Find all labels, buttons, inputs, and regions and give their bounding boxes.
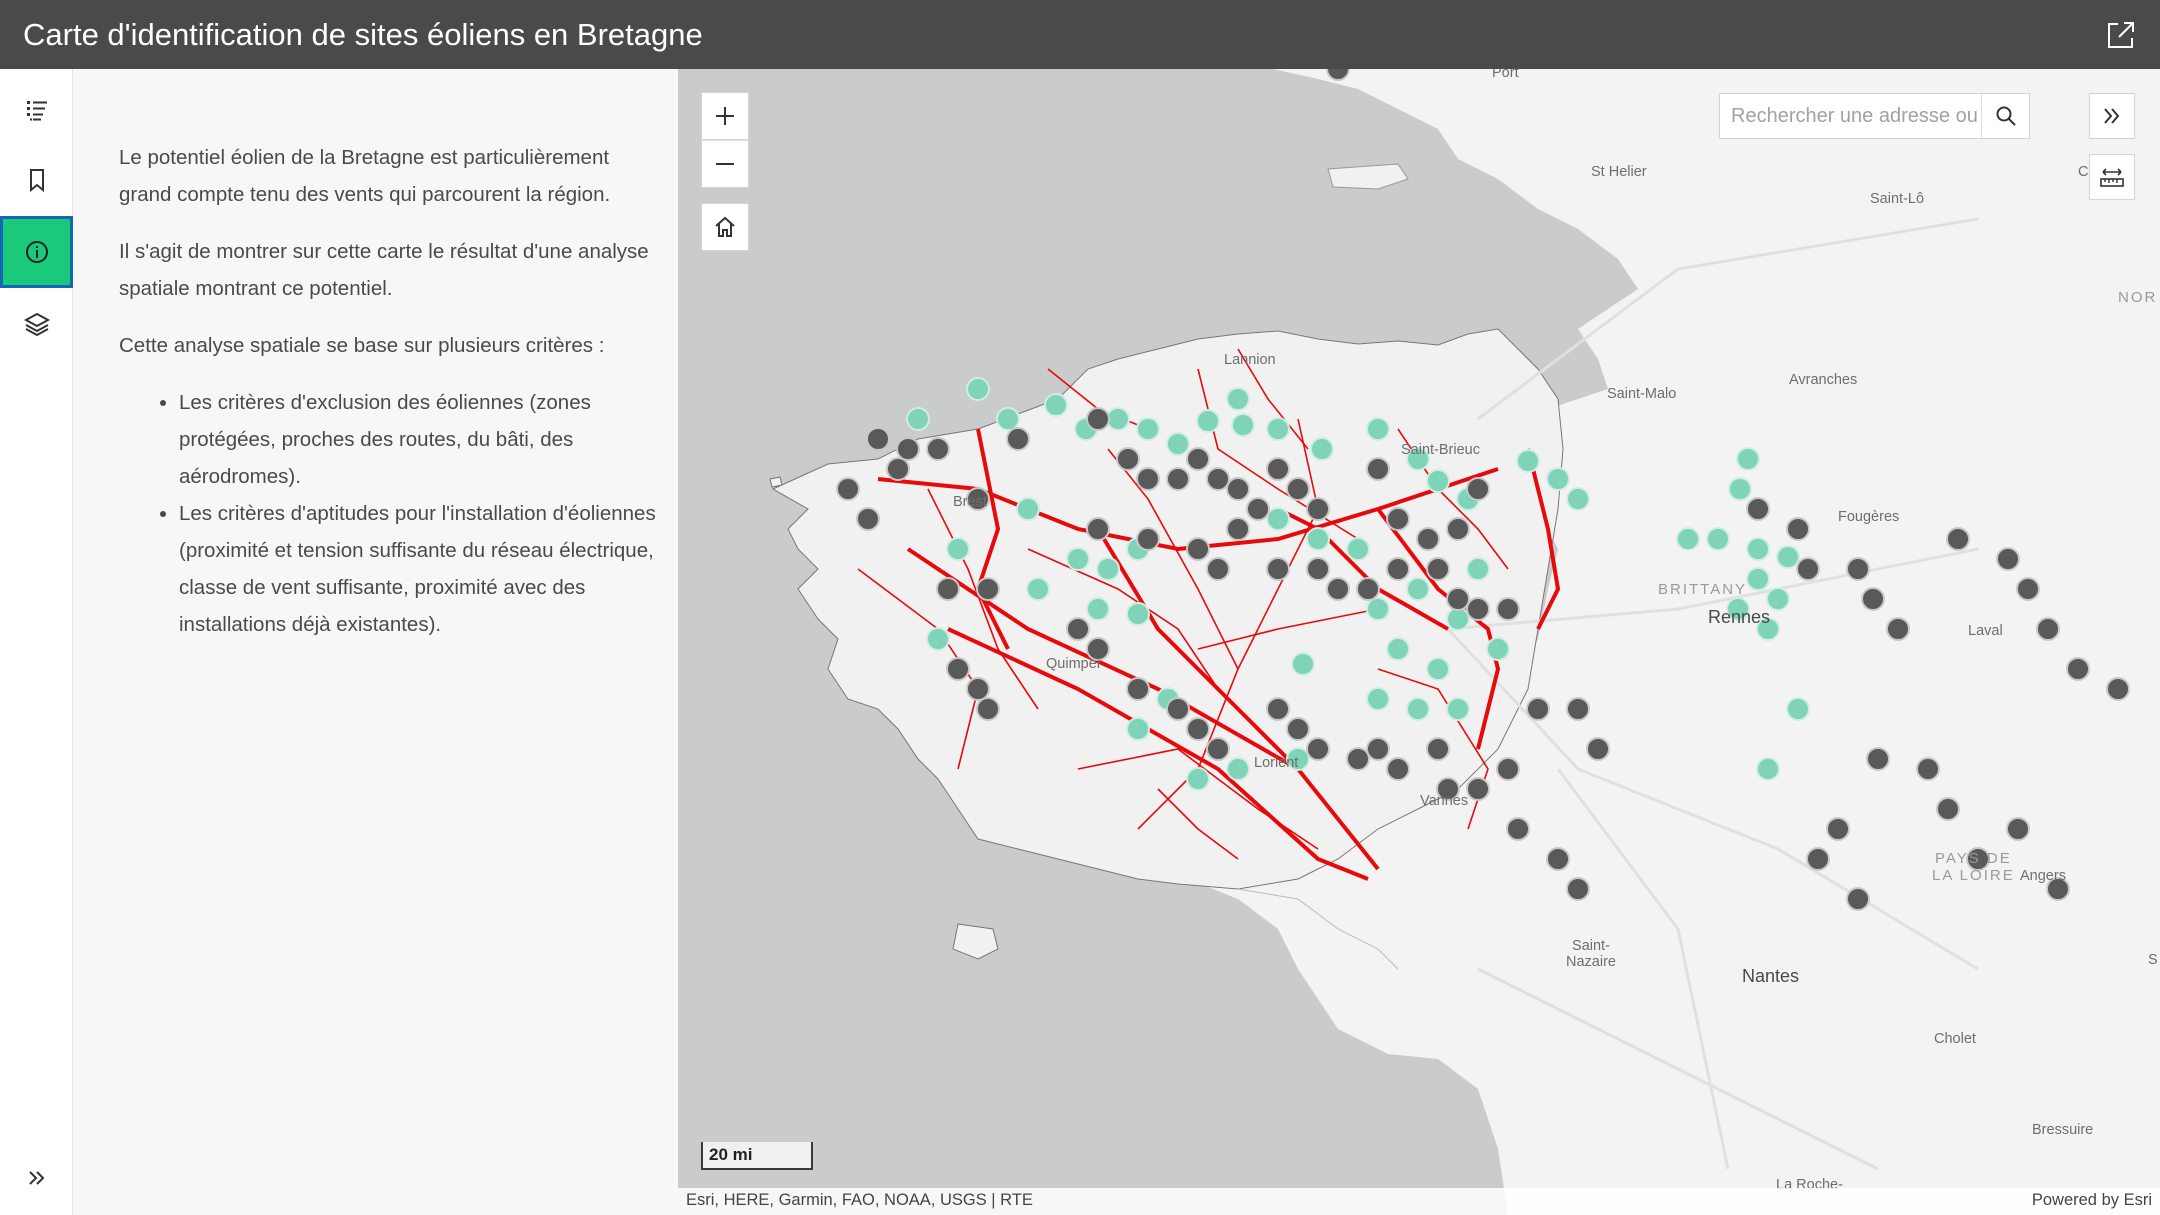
- home-icon: [715, 216, 735, 237]
- label-port: Port: [1492, 69, 1519, 81]
- measure-icon: [2100, 168, 2124, 187]
- label-fougeres: Fougères: [1838, 509, 1900, 525]
- scale-bar: 20 mi: [701, 1142, 813, 1170]
- criteria-item-exclusion: Les critères d'exclusion des éoliennes (…: [179, 384, 659, 495]
- info-content: Le potentiel éolien de la Bretagne est p…: [119, 139, 659, 643]
- search-icon: [1996, 106, 2016, 126]
- label-saint-malo: Saint-Malo: [1607, 386, 1677, 402]
- purpose-paragraph: Il s'agit de montrer sur cette carte le …: [119, 240, 649, 300]
- app-window: Carte d'identification de sites éoliens …: [0, 0, 2160, 1215]
- expand-panel-button[interactable]: [0, 1153, 73, 1203]
- label-laval: Laval: [1968, 623, 2003, 639]
- intro-paragraph: Le potentiel éolien de la Bretagne est p…: [119, 146, 611, 206]
- minus-icon: [716, 163, 734, 165]
- label-bressuire: Bressuire: [2032, 1122, 2094, 1138]
- label-angers: Angers: [2020, 868, 2066, 884]
- attribution-text: Esri, HERE, Garmin, FAO, NOAA, USGS | RT…: [686, 1191, 1033, 1209]
- plus-icon: [716, 107, 734, 125]
- label-nor: NOR: [2118, 289, 2158, 306]
- side-toolbar: [0, 69, 73, 1215]
- info-button[interactable]: [0, 216, 73, 288]
- layers-icon: [23, 312, 50, 337]
- measure-button[interactable]: [2089, 154, 2135, 200]
- app-header: Carte d'identification de sites éoliens …: [0, 0, 2160, 69]
- home-button[interactable]: [701, 203, 749, 251]
- powered-by-link[interactable]: Powered by Esri: [2032, 1191, 2152, 1210]
- info-panel: Le potentiel éolien de la Bretagne est p…: [73, 69, 678, 1215]
- zoom-out-button[interactable]: [701, 140, 749, 188]
- label-nantes: Nantes: [1742, 966, 1800, 986]
- layers-button[interactable]: [0, 288, 73, 360]
- zoom-in-button[interactable]: [701, 92, 749, 140]
- map-view[interactable]: Port St Helier Saint-Lô C NOR Avranches …: [678, 69, 2160, 1215]
- label-st-helier: St Helier: [1591, 164, 1647, 180]
- app-title: Carte d'identification de sites éoliens …: [23, 17, 703, 52]
- criteria-list: Les critères d'exclusion des éoliennes (…: [179, 384, 659, 643]
- bookmark-button[interactable]: [0, 144, 73, 216]
- legend-icon: [26, 101, 47, 121]
- search-widget: [1719, 93, 2030, 139]
- label-quimper: Quimper: [1046, 656, 1102, 672]
- label-avranches: Avranches: [1789, 372, 1858, 388]
- label-vannes: Vannes: [1420, 793, 1469, 809]
- label-saint-brieuc: Saint-Brieuc: [1401, 442, 1480, 458]
- island-small: [769, 476, 783, 488]
- chevrons-right-icon: [28, 1171, 44, 1185]
- search-button[interactable]: [1981, 94, 2029, 138]
- label-brest: Brest: [953, 494, 987, 510]
- info-icon: [25, 241, 48, 263]
- label-s: S: [2148, 952, 2158, 968]
- attribution-bar: Esri, HERE, Garmin, FAO, NOAA, USGS | RT…: [678, 1188, 2160, 1215]
- label-lannion: Lannion: [1224, 352, 1276, 368]
- label-brittany: BRITTANY: [1658, 581, 1748, 598]
- share-button[interactable]: [2102, 16, 2140, 54]
- chevrons-right-icon: [2104, 108, 2120, 124]
- expand-search-button[interactable]: [2089, 93, 2135, 139]
- criteria-item-aptitude: Les critères d'aptitudes pour l'installa…: [179, 495, 659, 643]
- label-saint-nazaire: Saint- Nazaire: [1566, 938, 1616, 970]
- label-saint-lo: Saint-Lô: [1870, 191, 1925, 207]
- search-input[interactable]: [1720, 94, 1982, 138]
- label-pays-de-la-loire: PAYS DE LA LOIRE: [1932, 850, 2015, 884]
- label-lorient: Lorient: [1254, 755, 1299, 771]
- criteria-intro: Cette analyse spatiale se base sur plusi…: [119, 334, 605, 357]
- share-icon: [2108, 22, 2134, 48]
- legend-button[interactable]: [0, 74, 73, 146]
- label-rennes: Rennes: [1708, 607, 1771, 627]
- label-cholet: Cholet: [1934, 1031, 1976, 1047]
- bookmark-icon: [29, 169, 44, 193]
- label-c: C: [2078, 164, 2089, 180]
